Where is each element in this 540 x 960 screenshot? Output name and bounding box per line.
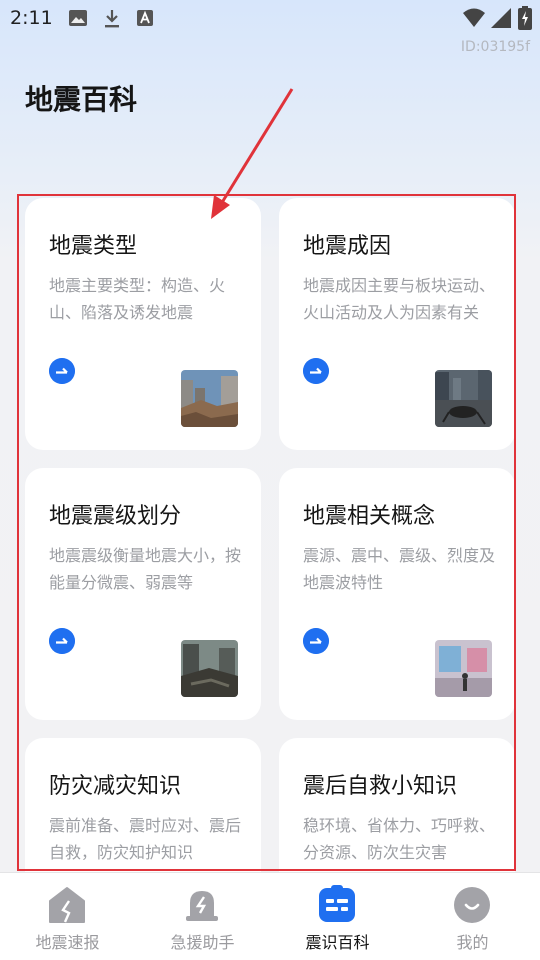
nav-label: 地震速报 — [35, 933, 100, 952]
bottom-nav: 地震速报 急援助手 震识百科 我的 — [0, 872, 540, 960]
nav-item-quake-report[interactable]: 地震速报 — [0, 873, 135, 960]
profile-smile-icon — [454, 887, 490, 923]
nav-label: 急援助手 — [170, 933, 235, 952]
encyclopedia-icon — [319, 885, 355, 922]
nav-item-encyclopedia[interactable]: 震识百科 — [270, 873, 405, 960]
card-disaster-prevention[interactable]: 防灾减灾知识 震前准备、震时应对、震后自救，防灾知护知识 — [25, 738, 261, 872]
collapsed-buildings-thumbnail — [181, 640, 238, 697]
card-description: 稳环境、省体力、巧呼救、分资源、防次生灾害 — [303, 816, 495, 862]
card-description: 地震成因主要与板块运动、火山活动及人为因素有关 — [303, 276, 495, 322]
card-description: 震前准备、震时应对、震后自救，防灾知护知识 — [49, 816, 241, 862]
house-icon — [49, 887, 85, 923]
nav-item-rescue-assistant[interactable]: 急援助手 — [135, 873, 270, 960]
card-magnitude-scale[interactable]: 地震震级划分 地震震级衡量地震大小，按能量分微震、弱震等 — [25, 468, 261, 720]
card-related-concepts[interactable]: 地震相关概念 震源、震中、震级、烈度及地震波特性 — [279, 468, 515, 720]
card-description: 地震震级衡量地震大小，按能量分微震、弱震等 — [49, 546, 241, 592]
card-title: 防灾减灾知识 — [49, 774, 182, 799]
card-title: 地震成因 — [303, 234, 392, 259]
arrow-right-icon[interactable] — [49, 628, 75, 654]
ruined-city-thumbnail — [181, 370, 238, 427]
card-description: 地震主要类型：构造、火山、陷落及诱发地震 — [49, 276, 226, 322]
card-title: 地震震级划分 — [49, 504, 182, 529]
arrow-right-icon[interactable] — [49, 358, 75, 384]
cracked-street-thumbnail — [435, 370, 492, 427]
alert-bell-icon — [186, 891, 218, 921]
card-title: 震后自救小知识 — [303, 774, 458, 799]
nav-item-profile[interactable]: 我的 — [405, 873, 540, 960]
card-post-quake-self-rescue[interactable]: 震后自救小知识 稳环境、省体力、巧呼救、分资源、防次生灾害 — [279, 738, 515, 872]
card-earthquake-causes[interactable]: 地震成因 地震成因主要与板块运动、火山活动及人为因素有关 — [279, 198, 515, 450]
arrow-right-icon[interactable] — [303, 628, 329, 654]
exhibition-hall-thumbnail — [435, 640, 492, 697]
card-earthquake-types[interactable]: 地震类型 地震主要类型：构造、火山、陷落及诱发地震 — [25, 198, 261, 450]
nav-label: 我的 — [456, 933, 489, 952]
annotation-arrow — [211, 88, 294, 219]
card-title: 地震相关概念 — [303, 504, 436, 529]
card-title: 地震类型 — [49, 234, 138, 259]
nav-label: 震识百科 — [305, 933, 370, 952]
arrow-right-icon[interactable] — [303, 358, 329, 384]
card-description: 震源、震中、震级、烈度及地震波特性 — [303, 546, 495, 592]
